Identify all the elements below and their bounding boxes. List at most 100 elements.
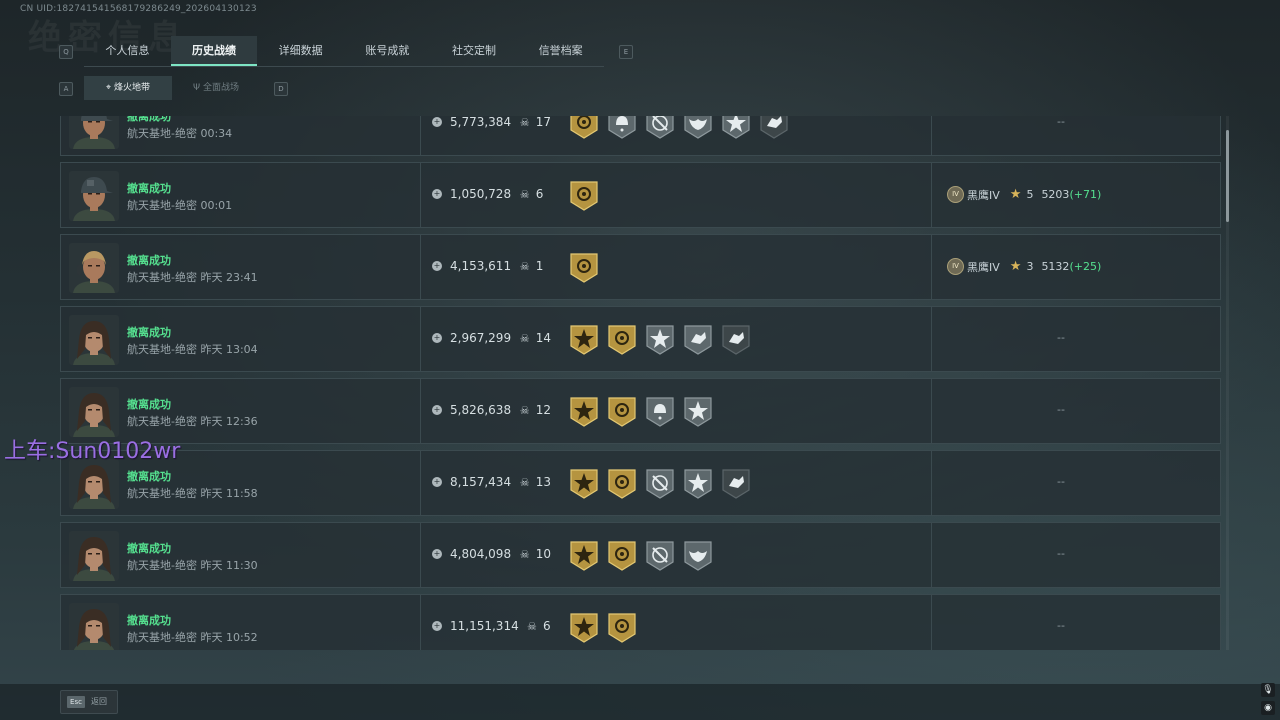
skull-icon: ☠: [519, 476, 530, 489]
antenna-icon: Ψ: [192, 83, 201, 93]
column-divider: [420, 307, 421, 371]
dark-hand-medal-icon[interactable]: [759, 116, 789, 140]
skull-icon: ☠: [519, 548, 530, 561]
gold-circle-medal-icon[interactable]: [607, 540, 637, 572]
gray-gun-medal-icon[interactable]: [645, 116, 675, 140]
esc-keycap: Esc: [67, 696, 85, 708]
subtab-next-key[interactable]: D: [274, 82, 288, 96]
medal-list: [569, 540, 721, 572]
gray-wings-medal-icon[interactable]: [683, 116, 713, 140]
tab-reputation[interactable]: 信誉档案: [517, 36, 604, 66]
record-icon[interactable]: ◉: [1261, 701, 1275, 715]
match-row[interactable]: 撤离成功 航天基地-绝密 昨天 23:41 +4,153,611 ☠ 1 IV 黑鹰IV ★ 3…: [60, 234, 1221, 300]
kill-count: 17: [535, 116, 552, 129]
column-divider: [931, 307, 932, 371]
extraction-status: 撤离成功: [127, 182, 171, 195]
subtab-warfare[interactable]: Ψ 全面战场: [172, 76, 260, 100]
tab-achievements[interactable]: 账号成就: [344, 36, 431, 66]
gray-hand-medal-icon[interactable]: [683, 324, 713, 356]
rank-score: 5132: [1041, 260, 1070, 273]
gold-circle-medal-icon[interactable]: [607, 324, 637, 356]
rank-delta: (+25): [1069, 260, 1102, 273]
rank-tier-icon: IV: [947, 186, 964, 203]
tab-personal-info[interactable]: 个人信息: [84, 36, 171, 66]
operator-avatar: [69, 315, 119, 365]
gold-circle-medal-icon[interactable]: [569, 116, 599, 140]
gold-circle-medal-icon[interactable]: [607, 612, 637, 644]
tab-social[interactable]: 社交定制: [431, 36, 518, 66]
gray-helmet-medal-icon[interactable]: [645, 396, 675, 428]
gray-star-medal-icon[interactable]: [721, 116, 751, 140]
gray-star-medal-icon[interactable]: [683, 468, 713, 500]
match-row[interactable]: 撤离成功 航天基地-绝密 00:34 +5,773,384 ☠ 17 --: [60, 116, 1221, 156]
map-and-time: 航天基地-绝密 昨天 10:52: [127, 631, 258, 644]
rank-delta: (+71): [1069, 188, 1102, 201]
scrollbar-thumb[interactable]: [1226, 130, 1229, 222]
column-divider: [420, 451, 421, 515]
extracted-value: 2,967,299: [450, 331, 512, 345]
column-divider: [931, 163, 932, 227]
main-tabs: 个人信息 历史战绩 详细数据 账号成就 社交定制 信誉档案: [84, 36, 604, 67]
extraction-status: 撤离成功: [127, 326, 171, 339]
rank-info: IV 黑鹰IV ★ 5 5203 (+71): [947, 186, 1101, 203]
back-button[interactable]: Esc 返回: [60, 690, 118, 714]
operator-avatar: [69, 603, 119, 650]
extracted-value: 11,151,314: [450, 619, 519, 633]
gold-star-medal-icon[interactable]: [569, 324, 599, 356]
gray-star-medal-icon[interactable]: [683, 396, 713, 428]
column-divider: [931, 451, 932, 515]
gold-star-medal-icon[interactable]: [569, 396, 599, 428]
kill-count: 13: [535, 475, 552, 489]
gray-star-medal-icon[interactable]: [645, 324, 675, 356]
match-row[interactable]: 撤离成功 航天基地-绝密 00:01 +1,050,728 ☠ 6 IV 黑鹰IV ★ 5 520…: [60, 162, 1221, 228]
coin-icon: +: [432, 477, 442, 487]
subtab-operations[interactable]: ⌖ 烽火地带: [84, 76, 172, 100]
stream-overlay-text: 上车:Sun0102wr: [4, 439, 181, 464]
match-row[interactable]: 撤离成功 航天基地-绝密 昨天 11:58 +8,157,434 ☠ 13 --: [60, 450, 1221, 516]
gold-circle-medal-icon[interactable]: [607, 396, 637, 428]
microphone-icon[interactable]: 🎙: [1261, 683, 1275, 697]
gold-circle-medal-icon[interactable]: [607, 468, 637, 500]
gray-wings-medal-icon[interactable]: [683, 540, 713, 572]
extraction-status: 撤离成功: [127, 614, 171, 627]
rank-empty: --: [1057, 116, 1065, 128]
dark-hand-medal-icon[interactable]: [721, 324, 751, 356]
gray-gun-medal-icon[interactable]: [645, 540, 675, 572]
column-divider: [931, 116, 932, 155]
extraction-status: 撤离成功: [127, 254, 171, 267]
match-row[interactable]: 撤离成功 航天基地-绝密 昨天 10:52 +11,151,314 ☠ 6 --: [60, 594, 1221, 650]
tab-history[interactable]: 历史战绩: [170, 36, 258, 66]
match-row[interactable]: 撤离成功 航天基地-绝密 昨天 11:30 +4,804,098 ☠ 10 --: [60, 522, 1221, 588]
column-divider: [420, 163, 421, 227]
rank-score: 5203: [1041, 188, 1070, 201]
tab-next-key[interactable]: E: [619, 45, 633, 59]
gold-circle-medal-icon[interactable]: [569, 252, 599, 284]
gold-star-medal-icon[interactable]: [569, 540, 599, 572]
extraction-status: 撤离成功: [127, 398, 171, 411]
coin-icon: +: [432, 189, 442, 199]
column-divider: [420, 116, 421, 155]
rank-name: 黑鹰IV: [967, 188, 1000, 202]
operator-avatar: [69, 531, 119, 581]
subtab-prev-key[interactable]: A: [59, 82, 73, 96]
gold-circle-medal-icon[interactable]: [569, 180, 599, 212]
match-row[interactable]: 撤离成功 航天基地-绝密 昨天 13:04 +2,967,299 ☠ 14 --: [60, 306, 1221, 372]
rank-info: IV 黑鹰IV ★ 3 5132 (+25): [947, 258, 1101, 275]
match-row[interactable]: 撤离成功 航天基地-绝密 昨天 12:36 +5,826,638 ☠ 12 --: [60, 378, 1221, 444]
gold-star-medal-icon[interactable]: [569, 468, 599, 500]
kill-count: 1: [535, 259, 544, 273]
tab-prev-key[interactable]: Q: [59, 45, 73, 59]
gray-helmet-medal-icon[interactable]: [607, 116, 637, 140]
tab-detailed-data[interactable]: 详细数据: [257, 36, 344, 66]
gold-star-medal-icon[interactable]: [569, 612, 599, 644]
crosshair-icon: ⌖: [105, 83, 112, 93]
dark-hand-medal-icon[interactable]: [721, 468, 751, 500]
map-and-time: 航天基地-绝密 昨天 11:58: [127, 487, 258, 500]
medal-list: [569, 116, 797, 140]
match-list[interactable]: 撤离成功 航天基地-绝密 00:34 +5,773,384 ☠ 17 -- 撤离成功 航天基地…: [60, 116, 1221, 650]
skull-icon: ☠: [519, 404, 530, 417]
column-divider: [931, 379, 932, 443]
medal-list: [569, 468, 759, 500]
column-divider: [931, 595, 932, 650]
gray-gun-medal-icon[interactable]: [645, 468, 675, 500]
